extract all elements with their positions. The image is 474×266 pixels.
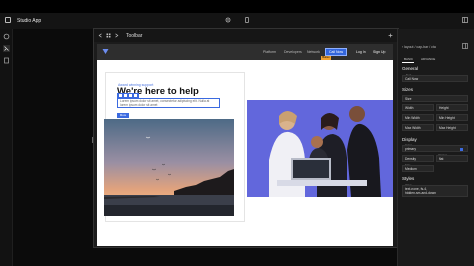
components-icon[interactable]: [3, 45, 10, 52]
width-field[interactable]: Width: [402, 104, 434, 111]
back-arrow-icon[interactable]: [98, 33, 103, 38]
panel-toggle-icon[interactable]: [462, 43, 468, 49]
app-logo-icon: [5, 17, 11, 23]
login-link[interactable]: Log In: [356, 50, 366, 54]
styles-value-line-2: hidden-sm-and-down: [405, 191, 436, 195]
min-height-field[interactable]: Min Height: [436, 114, 468, 121]
add-icon[interactable]: [388, 33, 393, 38]
text-field[interactable]: Call Now: [402, 75, 468, 82]
settings-icon[interactable]: [225, 17, 231, 23]
copy-icon[interactable]: [124, 94, 127, 97]
delete-icon[interactable]: [134, 94, 137, 97]
max-height-field[interactable]: Max Height: [436, 124, 468, 131]
site-nav: Platform Developers Network Call Now But…: [97, 44, 393, 60]
website-preview: Platform Developers Network Call Now But…: [97, 44, 393, 246]
size-select[interactable]: Size: [402, 95, 468, 102]
height-field[interactable]: Height: [436, 104, 468, 111]
nav-link-network[interactable]: Network: [307, 50, 320, 54]
active-tab-indicator: [402, 62, 414, 63]
frame-title: Toolbar: [126, 33, 143, 39]
sunset-image: [104, 119, 234, 216]
styles-value-field[interactable]: text-none, fs-4, hidden-sm-and-down: [402, 185, 468, 197]
selected-element-tag: Button: [321, 56, 331, 60]
color-swatch[interactable]: [460, 148, 463, 151]
team-image: [247, 100, 393, 197]
tab-advance[interactable]: ADVANCE: [421, 57, 435, 61]
nav-link-developers[interactable]: Developers: [284, 50, 302, 54]
call-now-button[interactable]: Call Now: [325, 48, 347, 56]
min-width-field[interactable]: Min Width: [402, 114, 434, 121]
tab-basic[interactable]: BASIC: [404, 57, 413, 61]
display-size-select[interactable]: Medium: [402, 165, 434, 172]
section-styles: Styles: [402, 176, 415, 181]
hero-more-button[interactable]: More: [117, 113, 129, 118]
hero-body-text[interactable]: Lorem ipsum dolor sit amet, consectetur …: [117, 98, 220, 108]
signup-link[interactable]: Sign Up: [373, 50, 385, 54]
section-sizes: Sizes: [402, 87, 414, 92]
forward-arrow-icon[interactable]: [114, 33, 119, 38]
color-field[interactable]: primary: [402, 145, 468, 152]
move-icon[interactable]: [119, 94, 122, 97]
document-icon[interactable]: [3, 57, 10, 64]
frame-toolbar: Toolbar: [94, 29, 398, 42]
site-logo-icon[interactable]: [102, 48, 109, 55]
breadcrumb[interactable]: ‹ layout / cap-bar / cta: [402, 45, 436, 49]
device-icon[interactable]: [244, 17, 250, 23]
variant-select[interactable]: flat: [436, 155, 468, 162]
section-display: Display: [402, 137, 417, 142]
edit-icon[interactable]: [129, 94, 132, 97]
nav-link-platform[interactable]: Platform: [263, 50, 276, 54]
grid-icon[interactable]: [106, 33, 111, 38]
app-title: Studio App: [17, 18, 42, 24]
section-general: General: [402, 66, 419, 71]
max-width-field[interactable]: Max Width: [402, 124, 434, 131]
window-control-icon[interactable]: [462, 17, 468, 23]
tree-icon[interactable]: [3, 33, 10, 40]
density-select[interactable]: Density: [402, 155, 434, 162]
left-toolbar: [0, 29, 13, 266]
app-title-bar: [0, 13, 474, 29]
